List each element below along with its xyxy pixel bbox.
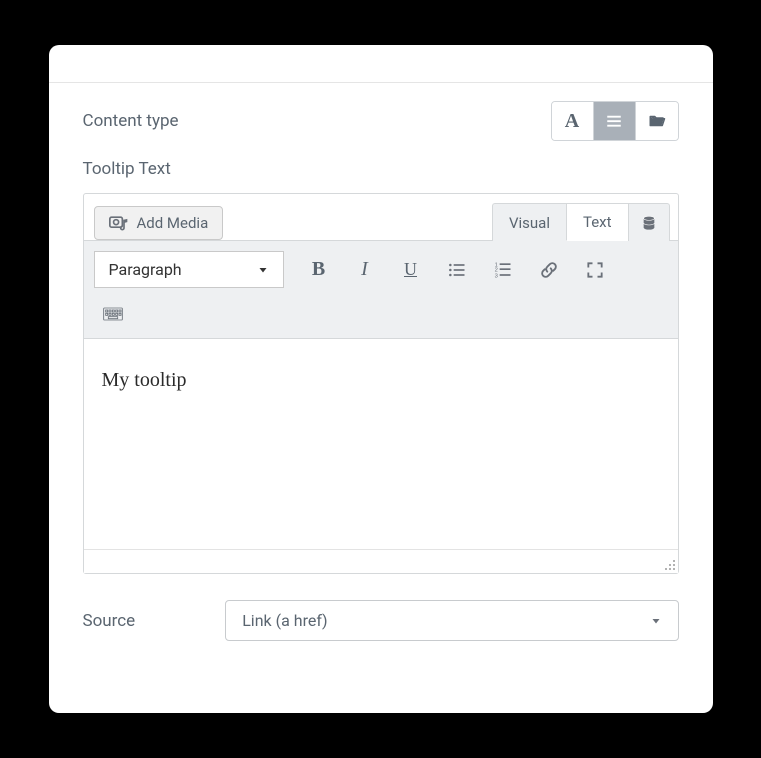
link-icon [539,260,559,280]
editor-wrapper: Add Media Visual Text [83,193,679,574]
add-media-label: Add Media [137,214,209,232]
content-type-wysiwyg-button[interactable]: Wysiwyg [594,102,636,140]
header-divider [49,53,713,83]
underline-button[interactable]: U [390,252,432,288]
database-icon [641,215,657,231]
editor-top-row: Add Media Visual Text [84,194,678,240]
tab-text-label: Text [583,213,612,231]
numbered-list-icon: 1 2 3 [493,260,513,280]
letter-a-icon: A [565,110,579,133]
editor-toolbar: Paragraph B I U [84,240,678,339]
folder-open-icon [648,112,666,130]
tooltip-text-label: Tooltip Text [83,159,679,179]
source-select[interactable]: Link (a href) [225,600,678,641]
toolbar-second-row [94,300,668,328]
format-select-value: Paragraph [109,260,182,279]
hamburger-icon [605,112,623,130]
link-button[interactable] [528,252,570,288]
content-type-template-button[interactable] [636,102,678,140]
content-type-text-button[interactable]: A [552,102,594,140]
tab-database[interactable] [628,203,670,241]
content-type-switch: A Wysiwyg [551,101,679,141]
chevron-down-icon [650,615,662,627]
editor-tabs: Visual Text [492,203,670,241]
bullet-list-icon [447,260,467,280]
fullscreen-button[interactable] [574,252,616,288]
fullscreen-icon [585,260,605,280]
svg-text:3: 3 [494,273,497,279]
chevron-down-icon [257,264,269,276]
content-type-row: Content type A Wysiwyg [49,83,713,149]
italic-button[interactable]: I [344,252,386,288]
keyboard-icon [103,304,123,324]
tab-visual[interactable]: Visual [492,203,566,241]
bold-icon: B [312,258,325,281]
tab-text[interactable]: Text [566,203,628,241]
keyboard-button[interactable] [94,300,132,328]
numbered-list-button[interactable]: 1 2 3 [482,252,524,288]
italic-icon: I [361,258,368,281]
resize-handle[interactable] [660,555,676,571]
source-select-value: Link (a href) [242,611,327,630]
bullet-list-button[interactable] [436,252,478,288]
bold-button[interactable]: B [298,252,340,288]
camera-music-icon [109,214,129,232]
content-type-label: Content type [83,111,179,131]
tab-visual-label: Visual [509,214,550,232]
editor-content[interactable]: My tooltip [84,339,678,549]
format-select[interactable]: Paragraph [94,251,284,288]
source-row: Source Link (a href) [49,574,713,661]
resize-grip-icon [660,555,676,571]
tooltip-text-section: Tooltip Text Add Media Visual [49,149,713,574]
underline-icon: U [404,259,417,280]
settings-panel: Content type A Wysiwyg [49,45,713,713]
editor-statusbar [84,549,678,573]
add-media-button[interactable]: Add Media [94,206,224,240]
source-label: Source [83,611,136,631]
